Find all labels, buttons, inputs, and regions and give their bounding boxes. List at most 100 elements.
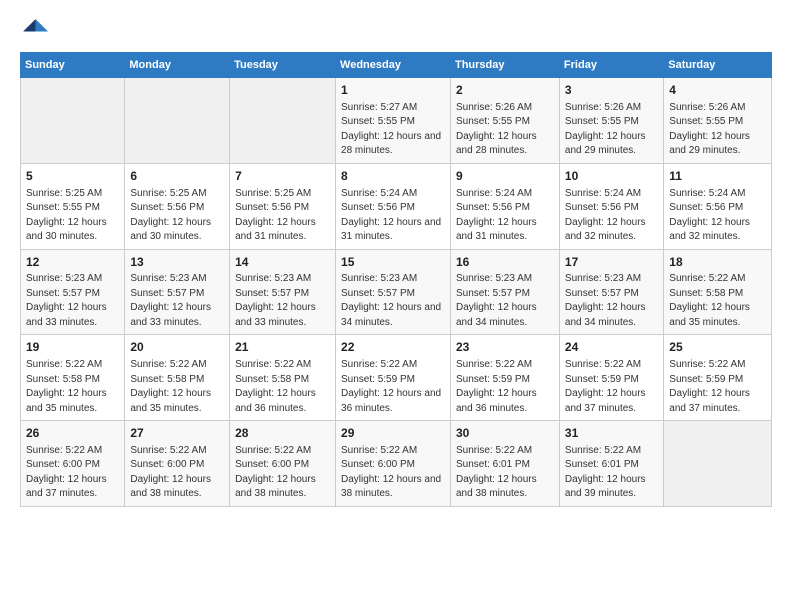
day-cell: 31Sunrise: 5:22 AMSunset: 6:01 PMDayligh… bbox=[559, 421, 663, 507]
day-number: 4 bbox=[669, 82, 766, 99]
day-cell: 26 Sunrise: 5:22 AMSunset: 6:00 PMDayligh… bbox=[21, 421, 125, 507]
day-info: Sunrise: 5:23 AMSunset: 5:57 PMDaylight:… bbox=[456, 272, 554, 330]
day-info: Sunrise: 5:24 AMSunset: 5:56 PMDaylight:… bbox=[456, 187, 554, 245]
day-info: Sunrise: 5:22 AMSunset: 5:58 PMDaylight:… bbox=[130, 358, 224, 416]
day-cell: 21Sunrise: 5:22 AMSunset: 5:58 PMDayligh… bbox=[230, 335, 336, 421]
header-thursday: Thursday bbox=[450, 53, 559, 78]
day-cell bbox=[230, 78, 336, 164]
day-cell: 7 Sunrise: 5:25 AMSunset: 5:56 PMDaylight… bbox=[230, 163, 336, 249]
day-cell: 3 Sunrise: 5:26 AMSunset: 5:55 PMDaylight… bbox=[559, 78, 663, 164]
day-cell bbox=[21, 78, 125, 164]
week-row-2: 5 Sunrise: 5:25 AMSunset: 5:55 PMDaylight… bbox=[21, 163, 772, 249]
day-info: Sunrise: 5:23 AMSunset: 5:57 PMDaylight:… bbox=[341, 272, 445, 330]
day-info: Sunrise: 5:22 AMSunset: 5:58 PMDaylight:… bbox=[26, 358, 119, 416]
header-row: SundayMondayTuesdayWednesdayThursdayFrid… bbox=[21, 53, 772, 78]
day-number: 7 bbox=[235, 168, 330, 185]
day-number: 22 bbox=[341, 339, 445, 356]
day-info: Sunrise: 5:25 AMSunset: 5:56 PMDaylight:… bbox=[235, 187, 330, 245]
header-tuesday: Tuesday bbox=[230, 53, 336, 78]
day-info: Sunrise: 5:22 AMSunset: 6:00 PMDaylight:… bbox=[341, 444, 445, 502]
day-info: Sunrise: 5:24 AMSunset: 5:56 PMDaylight:… bbox=[565, 187, 658, 245]
day-number: 6 bbox=[130, 168, 224, 185]
day-info: Sunrise: 5:25 AMSunset: 5:56 PMDaylight:… bbox=[130, 187, 224, 245]
day-cell bbox=[664, 421, 772, 507]
day-number: 10 bbox=[565, 168, 658, 185]
day-cell: 14Sunrise: 5:23 AMSunset: 5:57 PMDayligh… bbox=[230, 249, 336, 335]
day-info: Sunrise: 5:26 AMSunset: 5:55 PMDaylight:… bbox=[669, 101, 766, 159]
day-info: Sunrise: 5:22 AMSunset: 5:59 PMDaylight:… bbox=[456, 358, 554, 416]
day-number: 2 bbox=[456, 82, 554, 99]
day-number: 20 bbox=[130, 339, 224, 356]
day-info: Sunrise: 5:22 AMSunset: 6:00 PMDaylight:… bbox=[235, 444, 330, 502]
day-cell: 15Sunrise: 5:23 AMSunset: 5:57 PMDayligh… bbox=[336, 249, 451, 335]
day-cell: 18Sunrise: 5:22 AMSunset: 5:58 PMDayligh… bbox=[664, 249, 772, 335]
day-info: Sunrise: 5:22 AMSunset: 6:00 PMDaylight:… bbox=[26, 444, 119, 502]
day-number: 19 bbox=[26, 339, 119, 356]
day-info: Sunrise: 5:23 AMSunset: 5:57 PMDaylight:… bbox=[235, 272, 330, 330]
day-info: Sunrise: 5:24 AMSunset: 5:56 PMDaylight:… bbox=[341, 187, 445, 245]
day-cell: 16Sunrise: 5:23 AMSunset: 5:57 PMDayligh… bbox=[450, 249, 559, 335]
day-cell: 27 Sunrise: 5:22 AMSunset: 6:00 PMDayligh… bbox=[125, 421, 230, 507]
day-cell: 4 Sunrise: 5:26 AMSunset: 5:55 PMDaylight… bbox=[664, 78, 772, 164]
day-info: Sunrise: 5:26 AMSunset: 5:55 PMDaylight:… bbox=[565, 101, 658, 159]
header bbox=[20, 16, 772, 44]
day-info: Sunrise: 5:27 AMSunset: 5:55 PMDaylight:… bbox=[341, 101, 445, 159]
day-info: Sunrise: 5:23 AMSunset: 5:57 PMDaylight:… bbox=[130, 272, 224, 330]
logo bbox=[20, 16, 54, 44]
day-cell: 23 Sunrise: 5:22 AMSunset: 5:59 PMDayligh… bbox=[450, 335, 559, 421]
day-number: 8 bbox=[341, 168, 445, 185]
day-cell: 22 Sunrise: 5:22 AMSunset: 5:59 PMDayligh… bbox=[336, 335, 451, 421]
day-cell: 5 Sunrise: 5:25 AMSunset: 5:55 PMDaylight… bbox=[21, 163, 125, 249]
day-cell: 24Sunrise: 5:22 AMSunset: 5:59 PMDayligh… bbox=[559, 335, 663, 421]
header-sunday: Sunday bbox=[21, 53, 125, 78]
day-number: 13 bbox=[130, 254, 224, 271]
day-cell: 25 Sunrise: 5:22 AMSunset: 5:59 PMDayligh… bbox=[664, 335, 772, 421]
day-number: 26 bbox=[26, 425, 119, 442]
day-cell bbox=[125, 78, 230, 164]
day-cell: 13Sunrise: 5:23 AMSunset: 5:57 PMDayligh… bbox=[125, 249, 230, 335]
day-cell: 19 Sunrise: 5:22 AMSunset: 5:58 PMDayligh… bbox=[21, 335, 125, 421]
calendar-table: SundayMondayTuesdayWednesdayThursdayFrid… bbox=[20, 52, 772, 507]
logo-icon bbox=[20, 16, 48, 44]
week-row-4: 19 Sunrise: 5:22 AMSunset: 5:58 PMDayligh… bbox=[21, 335, 772, 421]
day-info: Sunrise: 5:22 AMSunset: 5:59 PMDaylight:… bbox=[565, 358, 658, 416]
day-info: Sunrise: 5:22 AMSunset: 6:00 PMDaylight:… bbox=[130, 444, 224, 502]
day-cell: 6 Sunrise: 5:25 AMSunset: 5:56 PMDaylight… bbox=[125, 163, 230, 249]
day-number: 3 bbox=[565, 82, 658, 99]
day-number: 27 bbox=[130, 425, 224, 442]
day-number: 28 bbox=[235, 425, 330, 442]
day-cell: 8 Sunrise: 5:24 AMSunset: 5:56 PMDaylight… bbox=[336, 163, 451, 249]
day-cell: 17Sunrise: 5:23 AMSunset: 5:57 PMDayligh… bbox=[559, 249, 663, 335]
day-number: 15 bbox=[341, 254, 445, 271]
day-number: 5 bbox=[26, 168, 119, 185]
header-friday: Friday bbox=[559, 53, 663, 78]
day-number: 9 bbox=[456, 168, 554, 185]
week-row-5: 26 Sunrise: 5:22 AMSunset: 6:00 PMDayligh… bbox=[21, 421, 772, 507]
day-number: 23 bbox=[456, 339, 554, 356]
day-info: Sunrise: 5:22 AMSunset: 6:01 PMDaylight:… bbox=[456, 444, 554, 502]
day-number: 31 bbox=[565, 425, 658, 442]
day-cell: 2Sunrise: 5:26 AMSunset: 5:55 PMDaylight… bbox=[450, 78, 559, 164]
header-wednesday: Wednesday bbox=[336, 53, 451, 78]
day-number: 11 bbox=[669, 168, 766, 185]
day-number: 30 bbox=[456, 425, 554, 442]
day-cell: 28 Sunrise: 5:22 AMSunset: 6:00 PMDayligh… bbox=[230, 421, 336, 507]
day-cell: 29 Sunrise: 5:22 AMSunset: 6:00 PMDayligh… bbox=[336, 421, 451, 507]
day-cell: 12Sunrise: 5:23 AMSunset: 5:57 PMDayligh… bbox=[21, 249, 125, 335]
header-monday: Monday bbox=[125, 53, 230, 78]
day-info: Sunrise: 5:23 AMSunset: 5:57 PMDaylight:… bbox=[565, 272, 658, 330]
week-row-3: 12Sunrise: 5:23 AMSunset: 5:57 PMDayligh… bbox=[21, 249, 772, 335]
day-number: 29 bbox=[341, 425, 445, 442]
day-number: 25 bbox=[669, 339, 766, 356]
calendar-header: SundayMondayTuesdayWednesdayThursdayFrid… bbox=[21, 53, 772, 78]
day-info: Sunrise: 5:22 AMSunset: 5:59 PMDaylight:… bbox=[669, 358, 766, 416]
day-info: Sunrise: 5:22 AMSunset: 5:58 PMDaylight:… bbox=[669, 272, 766, 330]
day-info: Sunrise: 5:22 AMSunset: 5:59 PMDaylight:… bbox=[341, 358, 445, 416]
day-cell: 30 Sunrise: 5:22 AMSunset: 6:01 PMDayligh… bbox=[450, 421, 559, 507]
day-number: 17 bbox=[565, 254, 658, 271]
day-cell: 20 Sunrise: 5:22 AMSunset: 5:58 PMDayligh… bbox=[125, 335, 230, 421]
day-info: Sunrise: 5:25 AMSunset: 5:55 PMDaylight:… bbox=[26, 187, 119, 245]
week-row-1: 1 Sunrise: 5:27 AMSunset: 5:55 PMDaylight… bbox=[21, 78, 772, 164]
day-cell: 10 Sunrise: 5:24 AMSunset: 5:56 PMDayligh… bbox=[559, 163, 663, 249]
day-number: 1 bbox=[341, 82, 445, 99]
